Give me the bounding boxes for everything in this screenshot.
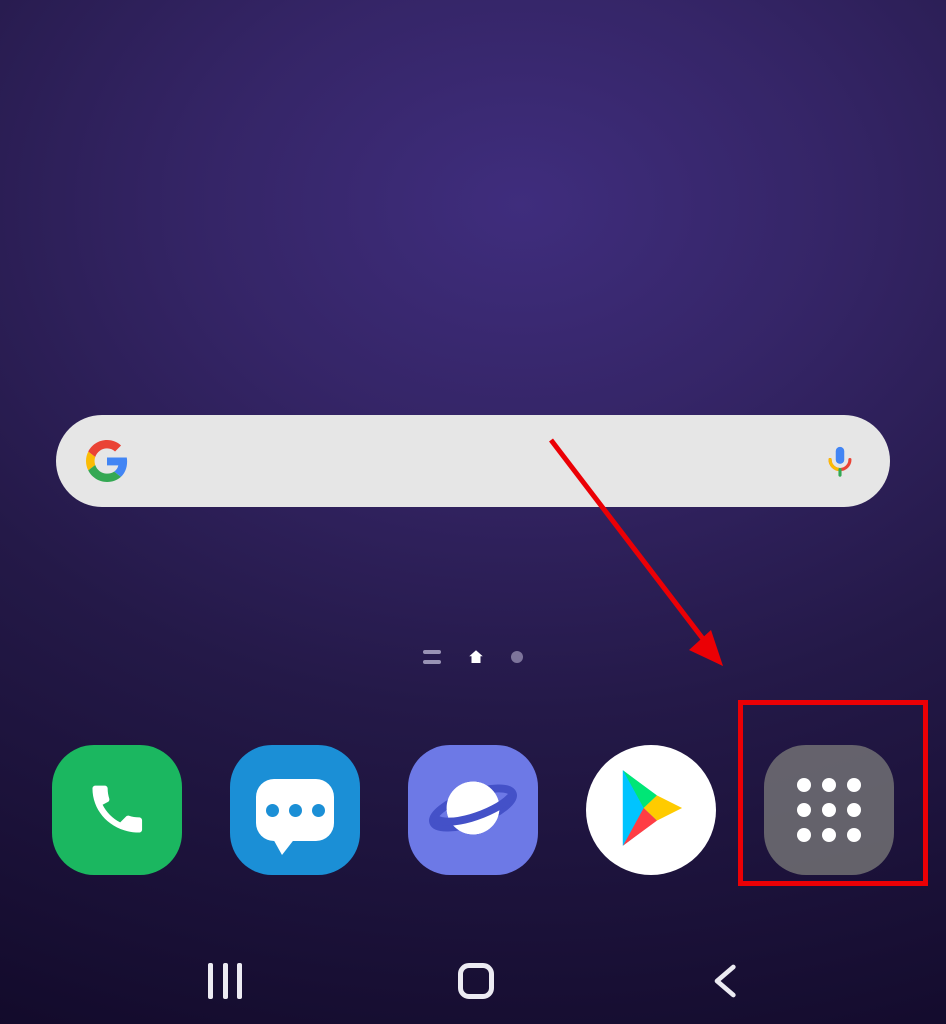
planet-icon — [429, 764, 517, 856]
nav-home-button[interactable] — [458, 963, 494, 999]
messages-icon — [256, 779, 334, 841]
grid-icon — [797, 778, 861, 842]
page-dot-home-icon[interactable] — [467, 648, 485, 666]
internet-app[interactable] — [408, 745, 538, 875]
messages-app[interactable] — [230, 745, 360, 875]
apps-drawer-button[interactable] — [764, 745, 894, 875]
voice-search-icon[interactable] — [820, 441, 860, 481]
nav-recent-button[interactable] — [208, 963, 242, 999]
nav-back-button[interactable] — [710, 962, 738, 1000]
play-triangle-icon — [614, 767, 688, 853]
google-search-widget[interactable] — [56, 415, 890, 507]
play-store-app[interactable] — [586, 745, 716, 875]
dock — [0, 730, 946, 890]
phone-app[interactable] — [52, 745, 182, 875]
page-dot-list-icon[interactable] — [423, 650, 441, 664]
phone-icon — [85, 776, 149, 844]
google-g-icon — [86, 440, 128, 482]
page-indicator — [0, 648, 946, 666]
navigation-bar — [0, 938, 946, 1024]
page-dot[interactable] — [511, 651, 523, 663]
